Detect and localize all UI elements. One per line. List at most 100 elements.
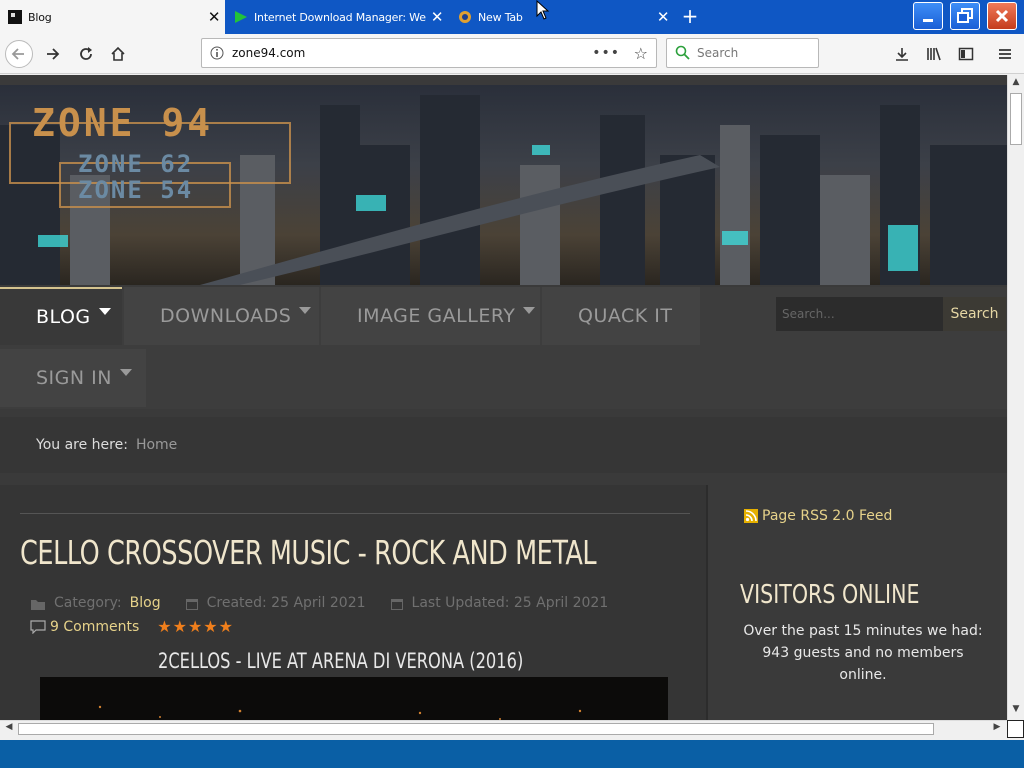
- menu-item-image-gallery[interactable]: IMAGE GALLERY: [321, 287, 540, 345]
- site-main-menu: BLOG DOWNLOADS IMAGE GALLERY QUACK IT SI…: [0, 287, 1007, 409]
- tab-idm[interactable]: Internet Download Manager: Web ✕: [226, 0, 448, 34]
- tab-title: New Tab: [478, 10, 523, 24]
- tab-blog[interactable]: Blog ✕: [0, 0, 225, 34]
- video-player[interactable]: [40, 677, 668, 720]
- navigation-toolbar: zone94.com ••• ☆ Search: [0, 34, 1024, 74]
- reload-button[interactable]: [72, 40, 100, 68]
- browser-window: Blog ✕ Internet Download Manager: Web ✕ …: [0, 0, 1024, 740]
- calendar-icon: [390, 599, 403, 610]
- menu-item-sign-in[interactable]: SIGN IN: [0, 349, 146, 407]
- menu-label: IMAGE GALLERY: [357, 305, 516, 327]
- bookmark-star-icon[interactable]: ☆: [634, 44, 648, 63]
- browser-search-field[interactable]: Search: [666, 38, 819, 68]
- home-button[interactable]: [104, 40, 132, 68]
- visitors-title: VISITORS ONLINE: [740, 580, 920, 610]
- info-icon[interactable]: [210, 46, 224, 60]
- home-icon: [111, 46, 125, 61]
- close-tab-icon[interactable]: ✕: [652, 8, 674, 26]
- menu-item-quack-it[interactable]: QUACK IT: [542, 287, 700, 345]
- downloads-button[interactable]: [888, 40, 916, 68]
- visitors-module: VISITORS ONLINE Over the past 15 minutes…: [722, 558, 1007, 720]
- hamburger-menu-icon: [999, 49, 1011, 59]
- menu-item-blog[interactable]: BLOG: [0, 287, 122, 345]
- site-logo[interactable]: ZONE 94: [32, 101, 213, 145]
- article-panel: CELLO CROSSOVER MUSIC - ROCK AND METAL C…: [0, 485, 708, 720]
- logo-sub-line: ZONE 54: [78, 176, 194, 204]
- menu-label: BLOG: [36, 306, 91, 328]
- menu-button[interactable]: [991, 40, 1019, 68]
- url-text: zone94.com: [232, 46, 306, 60]
- sidebar-icon: [958, 47, 974, 61]
- menu-label: DOWNLOADS: [160, 305, 292, 327]
- tab-strip: Blog ✕ Internet Download Manager: Web ✕ …: [0, 0, 1024, 34]
- site-logo-sub: ZONE 62 ZONE 54: [78, 151, 193, 203]
- horizontal-scrollbar[interactable]: ◀ ▶: [0, 720, 1007, 738]
- rating-stars[interactable]: ★★★★★: [157, 617, 234, 636]
- page-actions-icon[interactable]: •••: [592, 45, 620, 61]
- site-favicon-icon: [8, 10, 22, 24]
- video-title: 2CELLOS - LIVE AT ARENA DI VERONA (2016): [158, 649, 524, 673]
- arrow-left-icon: [11, 48, 24, 60]
- restore-button[interactable]: [950, 2, 980, 30]
- caret-down-icon: [119, 368, 132, 376]
- divider: [20, 513, 690, 514]
- close-icon: [995, 9, 1009, 23]
- vertical-scrollbar[interactable]: ▲ ▼: [1007, 75, 1024, 720]
- updated-date: Last Updated: 25 April 2021: [411, 595, 609, 611]
- menu-label: QUACK IT: [578, 305, 673, 327]
- comment-icon: [30, 619, 46, 634]
- mouse-cursor-icon: [536, 0, 550, 20]
- scroll-corner: [1007, 720, 1024, 738]
- caret-down-icon: [299, 306, 312, 314]
- new-tab-icon: [459, 11, 471, 23]
- comments-link[interactable]: 9 Comments: [50, 619, 139, 635]
- library-button[interactable]: [920, 40, 948, 68]
- calendar-icon: [185, 599, 198, 610]
- close-tab-icon[interactable]: ✕: [203, 8, 225, 26]
- caret-down-icon: [523, 306, 536, 314]
- scroll-left-icon[interactable]: ◀: [2, 722, 16, 736]
- scroll-right-icon[interactable]: ▶: [990, 722, 1004, 736]
- site-search-input[interactable]: Search...: [776, 297, 944, 331]
- minimize-icon: [923, 19, 933, 22]
- breadcrumb-home-link[interactable]: Home: [136, 437, 177, 453]
- horizontal-scroll-thumb[interactable]: [18, 723, 934, 735]
- rss-icon: [744, 509, 758, 523]
- category-label: Category:: [54, 595, 122, 611]
- minimize-button[interactable]: [913, 2, 943, 30]
- url-bar[interactable]: zone94.com ••• ☆: [201, 38, 657, 68]
- vertical-scroll-thumb[interactable]: [1010, 93, 1022, 145]
- visitors-text: Over the past 15 minutes we had: 943 gue…: [743, 623, 983, 683]
- scroll-down-icon[interactable]: ▼: [1009, 704, 1023, 718]
- page-viewport: ZONE 94 ZONE 62 ZONE 54 BLOG DOWNLOADS I…: [0, 75, 1007, 720]
- tab-title: Blog: [28, 10, 52, 24]
- search-placeholder: Search: [697, 46, 739, 60]
- close-window-button[interactable]: [987, 2, 1017, 30]
- tab-title: Internet Download Manager: Web: [254, 10, 426, 24]
- scroll-up-icon[interactable]: ▲: [1009, 77, 1023, 91]
- restore-icon: [957, 8, 973, 23]
- caret-down-icon: [98, 307, 111, 315]
- video-thumbnail: [98, 705, 582, 720]
- created-date: Created: 25 April 2021: [206, 595, 366, 611]
- close-tab-icon[interactable]: ✕: [426, 8, 448, 26]
- site-banner: ZONE 94 ZONE 62 ZONE 54: [0, 85, 1007, 285]
- article-meta-comments: 9 Comments ★★★★★: [30, 617, 234, 636]
- article-meta: Category: Blog Created: 25 April 2021 La…: [30, 595, 608, 611]
- breadcrumb-label: You are here:: [36, 437, 128, 453]
- forward-button[interactable]: [38, 40, 66, 68]
- breadcrumb: You are here: Home: [0, 417, 1007, 473]
- back-button[interactable]: [5, 40, 33, 68]
- reload-icon: [80, 47, 92, 60]
- article-title[interactable]: CELLO CROSSOVER MUSIC - ROCK AND METAL: [20, 533, 597, 572]
- rss-link[interactable]: Page RSS 2.0 Feed: [762, 508, 892, 524]
- arrow-right-icon: [47, 48, 60, 60]
- idm-icon: [235, 11, 247, 23]
- site-search-button[interactable]: Search: [943, 297, 1006, 331]
- menu-item-downloads[interactable]: DOWNLOADS: [124, 287, 319, 345]
- new-tab-button[interactable]: +: [676, 5, 704, 29]
- category-link[interactable]: Blog: [130, 595, 161, 611]
- sidebar-button[interactable]: [952, 40, 980, 68]
- menu-label: SIGN IN: [36, 367, 112, 389]
- tab-new[interactable]: New Tab ✕: [450, 0, 674, 34]
